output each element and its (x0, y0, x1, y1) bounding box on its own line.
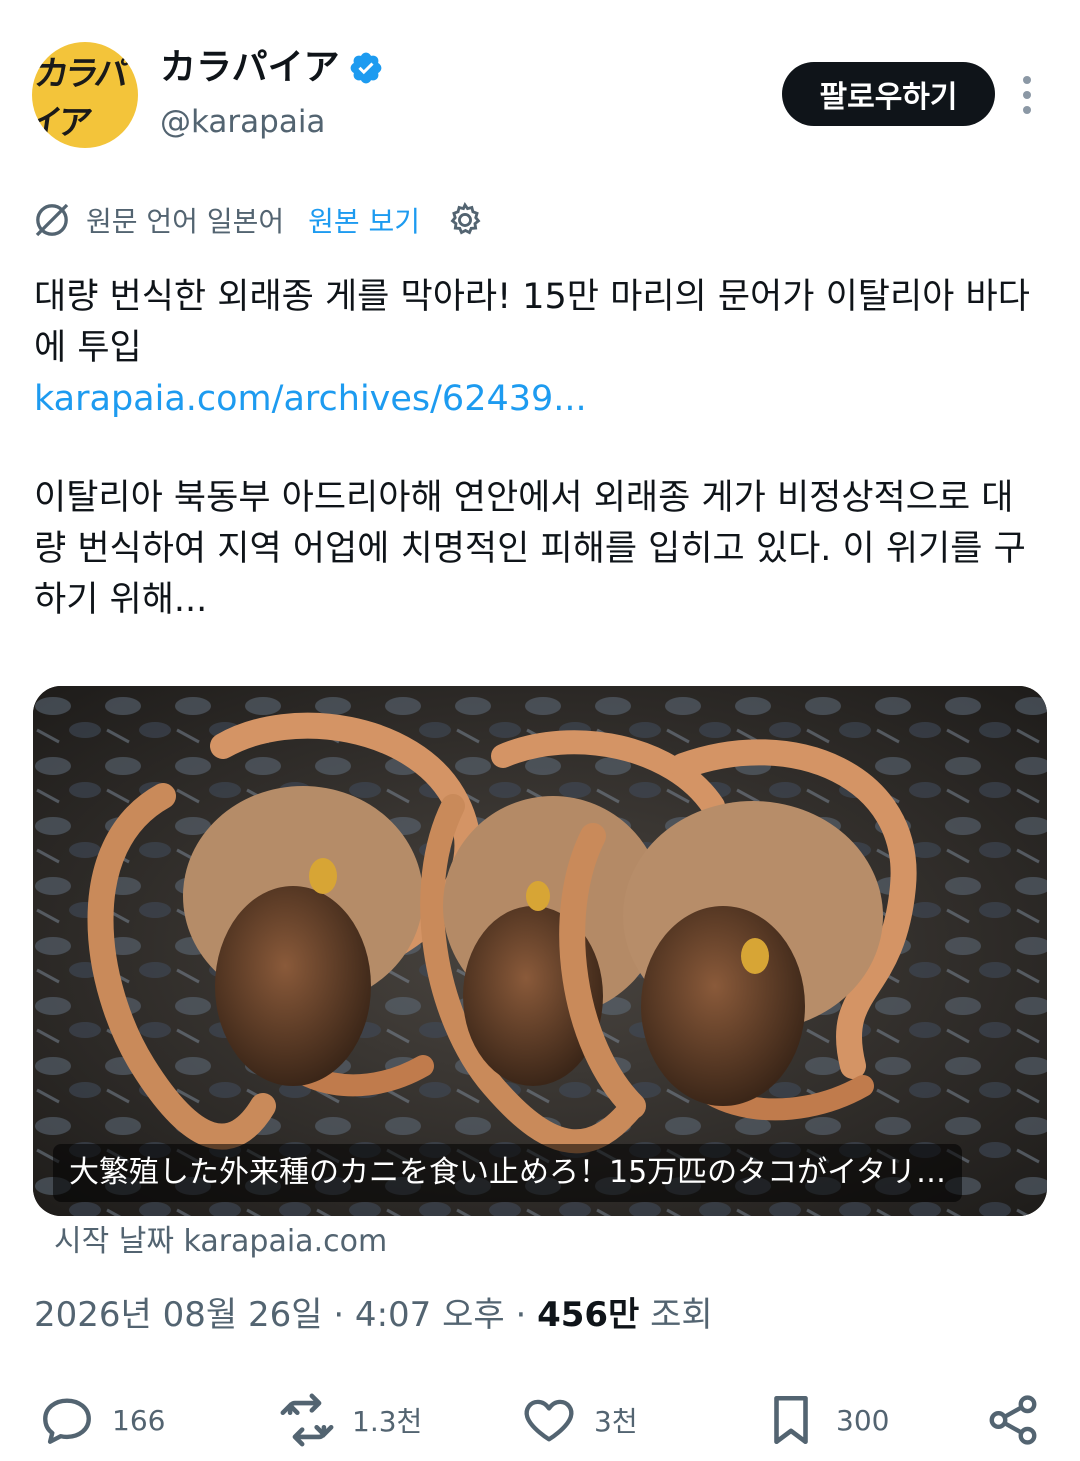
display-name-row[interactable]: カラパイア (160, 44, 384, 92)
translation-row: 원문 언어 일본어 원본 보기 (32, 196, 484, 244)
avatar-logo-text: カラパイア (32, 54, 128, 143)
repost-button[interactable]: 1.3천 (278, 1380, 422, 1460)
bookmark-icon (774, 1395, 808, 1445)
handle[interactable]: @karapaia (160, 100, 325, 144)
reply-icon (43, 1398, 91, 1444)
bookmark-count: 300 (836, 1403, 890, 1437)
tweet-datetime[interactable]: 2026년 08월 26일 · 4:07 오후 · (34, 1290, 537, 1340)
more-options-icon[interactable] (1010, 70, 1044, 120)
tweet-link[interactable]: karapaia.com/archives/62439... (34, 374, 1044, 425)
like-button[interactable]: 3천 (520, 1380, 638, 1460)
avatar[interactable]: カラパイア (32, 42, 138, 148)
card-image-octopus (33, 686, 1047, 1216)
card-source[interactable]: 시작 날짜 karapaia.com (54, 1220, 387, 1264)
like-count: 3천 (594, 1405, 638, 1438)
card-caption: 大繁殖した外来種のカニを食い止めろ！15万匹のタコがイタリ… (53, 1144, 962, 1202)
repost-icon (280, 1393, 334, 1447)
translate-globe-icon (35, 203, 69, 237)
views-count[interactable]: 456만 (537, 1290, 639, 1340)
share-icon (989, 1395, 1037, 1445)
gear-icon[interactable] (446, 201, 484, 239)
views-label: 조회 (639, 1295, 713, 1335)
heart-icon (524, 1399, 574, 1442)
reply-button[interactable]: 166 (38, 1380, 165, 1460)
link-card[interactable]: 大繁殖した外来種のカニを食い止めろ！15万匹のタコがイタリ… (33, 686, 1047, 1216)
tweet-body: 이탈리아 북동부 아드리아해 연안에서 외래종 게가 비정상적으로 대량 번식하… (34, 478, 1026, 620)
repost-count: 1.3천 (352, 1405, 423, 1438)
tweet-headline: 대량 번식한 외래종 게를 막아라! 15만 마리의 문어가 이탈리아 바다에 … (34, 277, 1030, 368)
source-language-label: 원문 언어 일본어 (86, 205, 285, 238)
follow-button[interactable]: 팔로우하기 (782, 62, 995, 126)
tweet-text: 대량 번식한 외래종 게를 막아라! 15만 마리의 문어가 이탈리아 바다에 … (34, 272, 1044, 626)
show-original-link[interactable]: 원본 보기 (308, 200, 420, 240)
bookmark-button[interactable]: 300 (762, 1380, 889, 1460)
tweet-meta: 2026년 08월 26일 · 4:07 오후 · 456만 조회 (34, 1290, 713, 1340)
reply-count: 166 (112, 1403, 166, 1437)
share-button[interactable] (984, 1380, 1042, 1460)
verified-badge-icon (350, 52, 382, 84)
display-name[interactable]: カラパイア (160, 44, 340, 92)
action-bar: 166 1.3천 3천 300 (0, 1380, 1080, 1460)
